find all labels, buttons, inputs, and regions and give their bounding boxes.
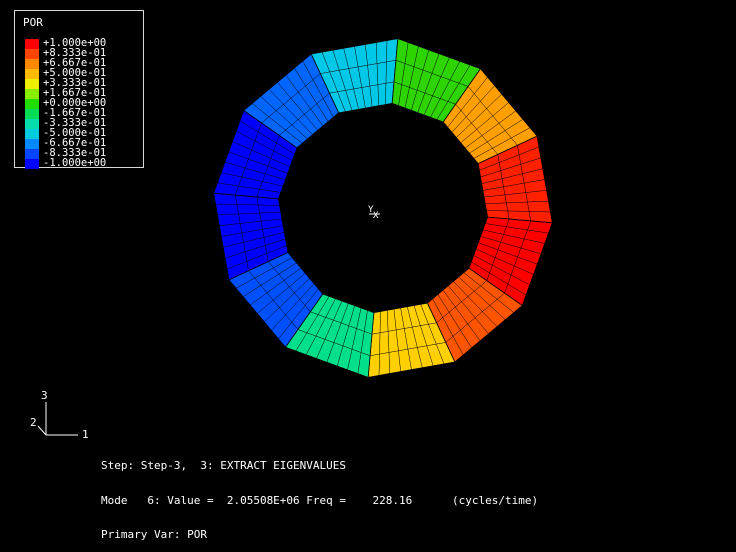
legend-color-swatch	[25, 159, 39, 169]
legend-color-swatch	[25, 139, 39, 149]
legend-title: POR	[23, 16, 43, 29]
legend-color-swatch	[25, 59, 39, 69]
triad-axis-2-label: 2	[30, 416, 37, 429]
triad-axis-1-label: 1	[82, 428, 89, 441]
mode-info-line: Mode 6: Value = 2.05508E+06 Freq = 228.1…	[101, 493, 539, 507]
triad-axis-2-line	[37, 425, 47, 436]
axis-triad: 3 1 2	[30, 389, 89, 441]
view-axis-x-label: X	[373, 211, 379, 221]
legend-value-label: -1.000e+00	[43, 157, 107, 169]
contour-legend: POR +1.000e+00 +8.333e-01 +6.667e-01 +5.000…	[14, 10, 144, 169]
legend-color-swatch	[25, 129, 39, 139]
tube-ring-model	[213, 38, 553, 378]
triad-axis-3-label: 3	[41, 389, 48, 402]
legend-color-swatch	[25, 69, 39, 79]
view-axes-indicator: Y X	[368, 205, 380, 221]
legend-color-swatch	[25, 79, 39, 89]
legend-color-swatch	[25, 49, 39, 59]
step-info-panel: Step: Step-3, 3: EXTRACT EIGENVALUES Mod…	[101, 437, 538, 552]
legend-color-swatch	[25, 99, 39, 109]
legend-row: -1.000e+00	[25, 157, 143, 169]
legend-color-swatch	[25, 119, 39, 129]
legend-color-swatch	[25, 109, 39, 119]
legend-color-swatch	[25, 89, 39, 99]
step-info-line: Step: Step-3, 3: EXTRACT EIGENVALUES	[101, 459, 347, 472]
legend-color-swatch	[25, 149, 39, 159]
legend-color-swatch	[25, 39, 39, 49]
primary-var-line: Primary Var: POR	[101, 528, 207, 541]
